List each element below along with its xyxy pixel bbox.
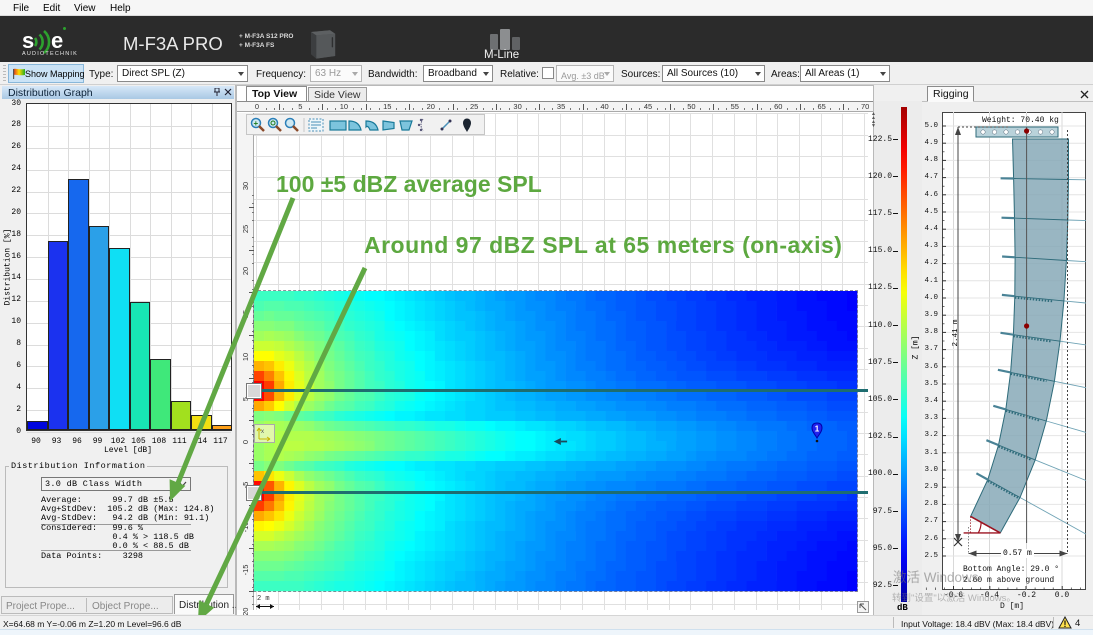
svg-text:+: + [254,119,259,128]
svg-text:1: 1 [815,425,820,434]
svg-text:x: x [261,429,264,435]
svg-text:!: ! [1064,619,1067,629]
